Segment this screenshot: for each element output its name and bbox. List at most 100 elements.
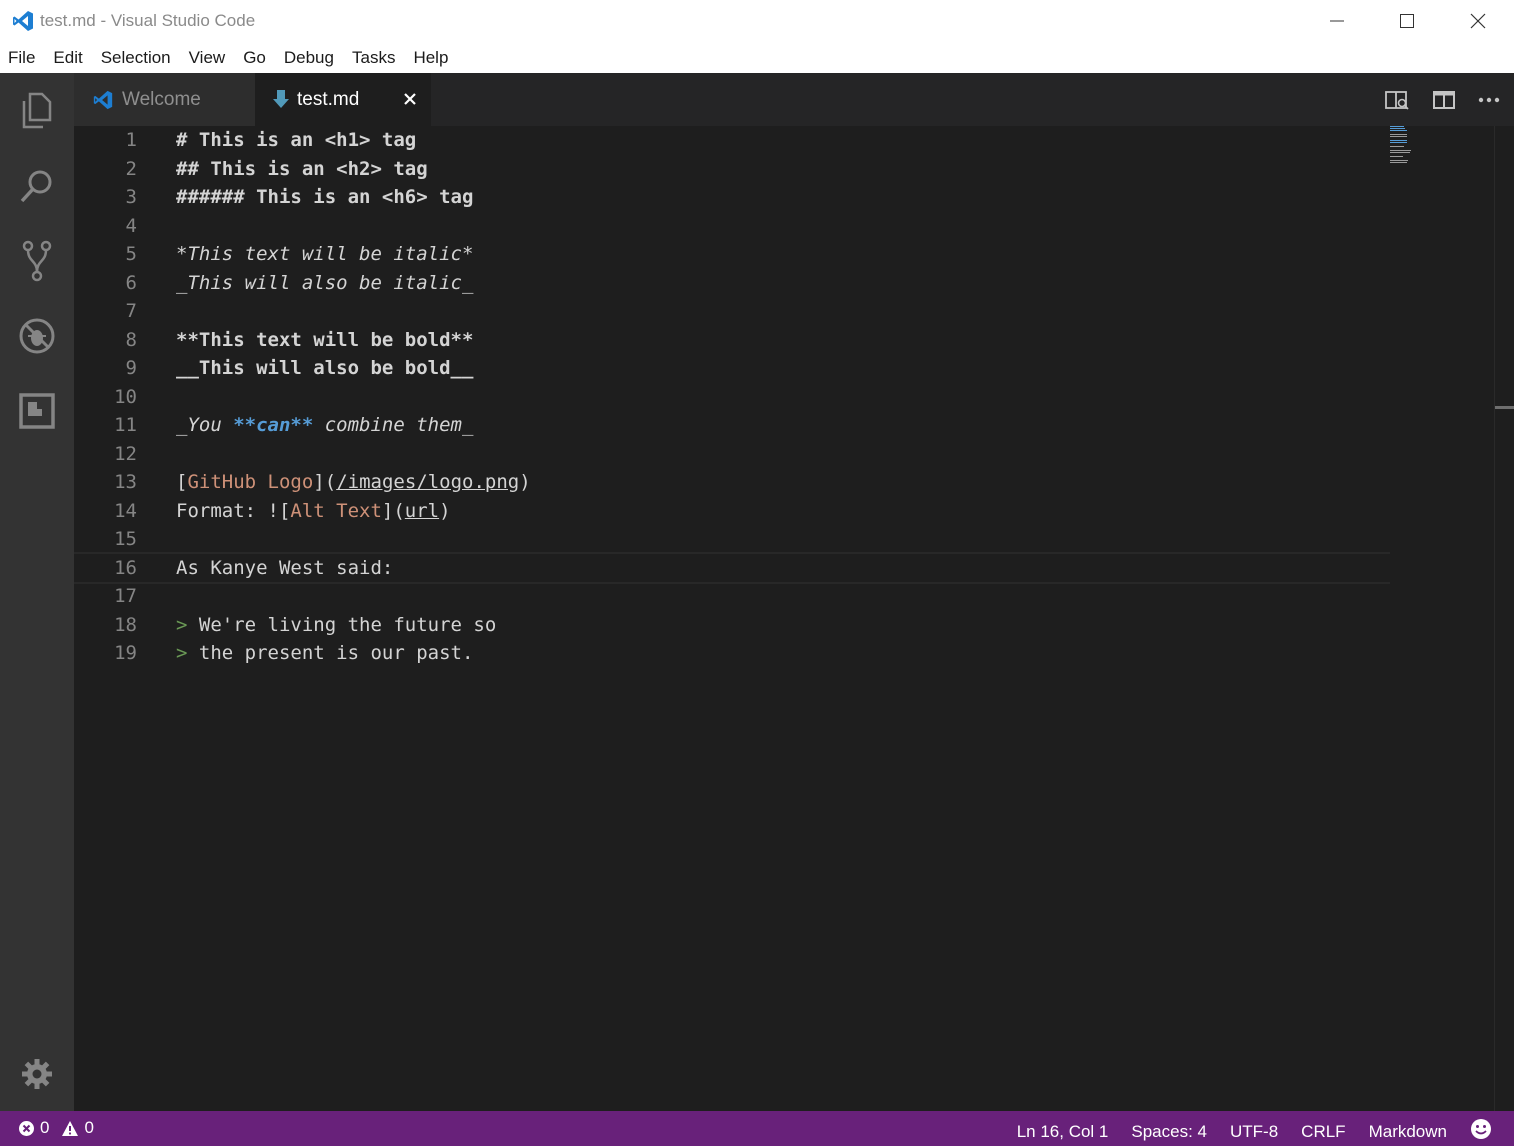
menu-debug[interactable]: Debug (275, 48, 343, 68)
menu-help[interactable]: Help (404, 48, 457, 68)
current-code-line: 16 As Kanye West said: (74, 551, 1390, 584)
settings-gear-icon (22, 1059, 52, 1089)
cursor-position[interactable]: Ln 16, Col 1 (1017, 1122, 1109, 1142)
search-button[interactable] (12, 161, 62, 211)
menu-file[interactable]: File (0, 48, 44, 68)
line-content: *This text will be italic* (176, 243, 474, 265)
source-control-button[interactable] (12, 236, 62, 286)
maximize-button[interactable] (1372, 0, 1442, 42)
line-number: 9 (125, 357, 137, 379)
debug-icon (19, 318, 55, 354)
line-content: ## This is an <h2> tag (176, 157, 428, 180)
minimize-icon (1330, 20, 1344, 22)
bracket-text: ]( (313, 471, 337, 493)
link-text: Alt Text (290, 499, 382, 522)
bracket-text: [ (176, 471, 188, 493)
maximize-icon (1400, 14, 1414, 28)
error-icon (19, 1120, 34, 1136)
search-icon (20, 170, 52, 203)
source-control-icon (22, 240, 52, 282)
code-line: 13 [GitHub Logo](/images/logo.png) (74, 468, 1390, 497)
problems-indicator[interactable]: 0 0 (18, 1118, 98, 1138)
line-content: __This will also be bold__ (176, 357, 474, 379)
end-of-line[interactable]: CRLF (1301, 1122, 1345, 1142)
line-number: 18 (114, 613, 137, 636)
activity-bar (0, 73, 74, 1111)
code-line: 1 # This is an <h1> tag (74, 126, 1390, 155)
warning-icon (62, 1120, 79, 1136)
vscode-window: test.md - Visual Studio Code File Edit S… (0, 0, 1514, 1146)
open-preview-button[interactable] (1385, 89, 1409, 111)
line-number: 11 (114, 414, 137, 436)
more-icon (1478, 97, 1500, 103)
line-number: 2 (125, 157, 137, 180)
warning-count: 0 (84, 1118, 94, 1137)
minimap[interactable] (1388, 126, 1428, 166)
markdown-download-icon (273, 89, 289, 110)
code-line: 6 _This will also be italic_ (74, 269, 1390, 298)
line-number: 14 (114, 499, 137, 522)
cursor-position-marker (1495, 406, 1514, 409)
menu-bar: File Edit Selection View Go Debug Tasks … (0, 42, 1514, 74)
italic-text: _You (176, 414, 234, 436)
close-icon (1470, 13, 1486, 29)
menu-tasks[interactable]: Tasks (343, 48, 404, 68)
editor-actions (1374, 73, 1514, 126)
plain-text: Format: ![ (176, 499, 291, 522)
debug-button[interactable] (12, 311, 62, 361)
menu-go[interactable]: Go (234, 48, 275, 68)
tab-test-md-label: test.md (297, 88, 360, 110)
code-line: 10 (74, 383, 1390, 412)
more-actions-button[interactable] (1477, 89, 1501, 111)
extensions-icon (19, 393, 55, 429)
tab-test-md[interactable]: test.md (255, 73, 431, 126)
menu-selection[interactable]: Selection (92, 48, 180, 68)
code-line: 8 **This text will be bold** (74, 326, 1390, 355)
menu-edit[interactable]: Edit (44, 48, 91, 68)
line-number: 15 (114, 528, 137, 550)
title-file-name: test.md (40, 11, 96, 30)
bracket-text: ) (439, 499, 451, 522)
feedback-button[interactable] (1470, 1118, 1492, 1145)
code-line: 19 > the present is our past. (74, 639, 1390, 668)
indentation[interactable]: Spaces: 4 (1131, 1122, 1207, 1142)
code-line: 9 __This will also be bold__ (74, 354, 1390, 383)
code-line: 14 Format: ![Alt Text](url) (74, 497, 1390, 526)
title-bar: test.md - Visual Studio Code (0, 0, 1514, 42)
quote-text: We're living the future so (187, 613, 497, 636)
line-content: _This will also be italic_ (176, 271, 474, 294)
code-line: 5 *This text will be italic* (74, 240, 1390, 269)
code-line: 7 (74, 297, 1390, 326)
tab-welcome-label: Welcome (122, 88, 201, 110)
close-icon (404, 93, 416, 105)
status-bar: 0 0 Ln 16, Col 1 Spaces: 4 UTF-8 CRLF Ma… (0, 1111, 1514, 1146)
title-app-name: Visual Studio Code (110, 11, 256, 30)
italic-text: combine them_ (313, 414, 474, 436)
explorer-button[interactable] (12, 86, 62, 136)
split-editor-button[interactable] (1432, 89, 1456, 111)
tab-welcome[interactable]: Welcome (74, 73, 255, 126)
status-right-items: Ln 16, Col 1 Spaces: 4 UTF-8 CRLF Markdo… (994, 1118, 1492, 1145)
line-number: 5 (125, 243, 137, 265)
language-mode[interactable]: Markdown (1369, 1122, 1447, 1142)
extensions-button[interactable] (12, 386, 62, 436)
code-editor[interactable]: 1 # This is an <h1> tag 2 ## This is an <h… (74, 126, 1494, 1111)
line-number: 16 (114, 556, 137, 579)
quote-text: the present is our past. (187, 642, 474, 664)
line-content: **This text will be bold** (176, 328, 474, 351)
manage-button[interactable] (12, 1049, 62, 1099)
open-preview-icon (1385, 91, 1409, 110)
line-number: 13 (114, 471, 137, 493)
close-window-button[interactable] (1443, 0, 1513, 42)
link-url[interactable]: /images/logo.png (336, 471, 519, 493)
vscode-icon (92, 89, 114, 111)
editor-scrollbar[interactable] (1494, 126, 1514, 1111)
menu-view[interactable]: View (180, 48, 235, 68)
link-url[interactable]: url (405, 500, 439, 522)
minimize-button[interactable] (1302, 0, 1372, 42)
tab-close-button[interactable] (403, 90, 417, 112)
encoding[interactable]: UTF-8 (1230, 1122, 1278, 1142)
line-number: 19 (114, 642, 137, 664)
code-line: 4 (74, 212, 1390, 241)
quote-marker: > (176, 642, 188, 664)
